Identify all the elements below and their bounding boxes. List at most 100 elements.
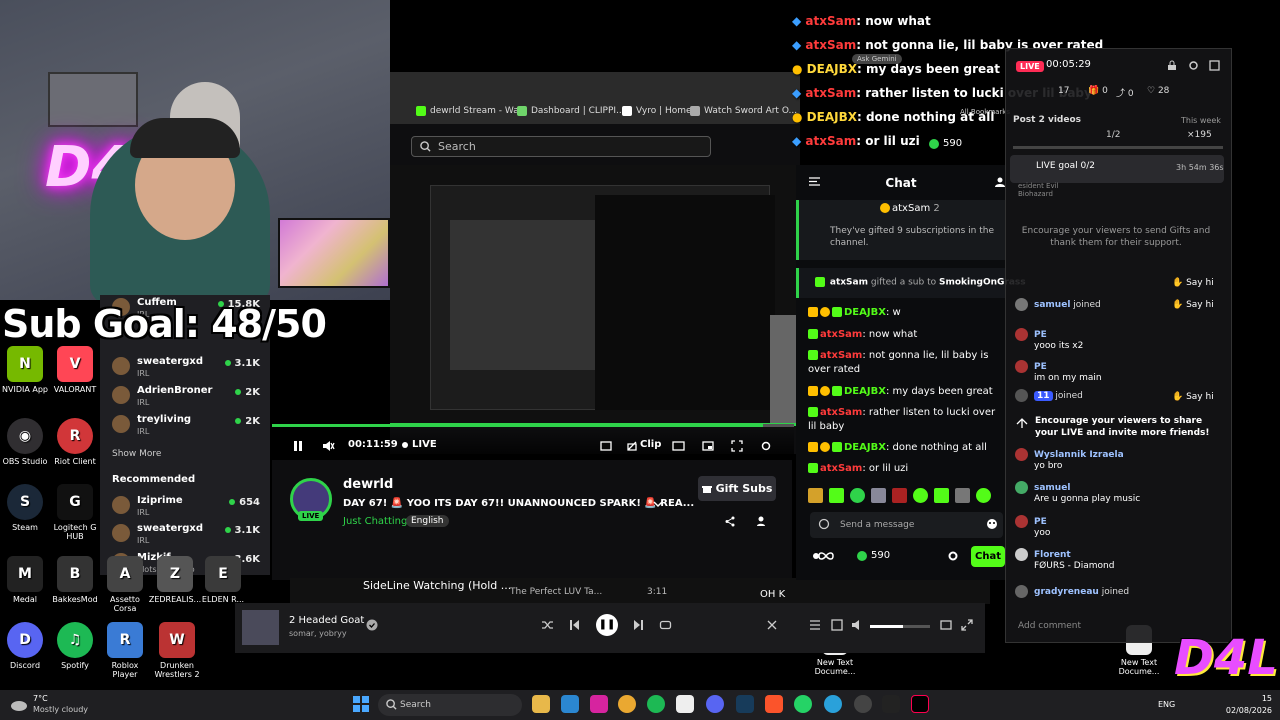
category-link[interactable]: Just Chatting [343, 516, 407, 527]
desktop-icon-discord[interactable]: D Discord [0, 622, 52, 670]
emote-icon[interactable] [955, 488, 970, 503]
emote-icon[interactable] [892, 488, 907, 503]
shuffle-icon[interactable] [541, 619, 554, 631]
mute-icon[interactable] [322, 440, 335, 452]
desktop-icon-elden[interactable]: E ELDEN R... [196, 556, 250, 604]
weather-desc[interactable]: Mostly cloudy [33, 705, 88, 714]
desktop-icon-bakkesmod[interactable]: B BakkesMod [48, 556, 102, 604]
desktop-icon-obs[interactable]: ◉ OBS Studio [0, 418, 52, 466]
emote-icon[interactable] [934, 488, 949, 503]
spotify-icon[interactable] [647, 695, 665, 713]
file-explorer-icon[interactable] [532, 695, 550, 713]
captions-icon[interactable] [672, 440, 685, 452]
desktop-icon-steam[interactable]: S Steam [0, 484, 52, 532]
chrome-icon[interactable] [618, 695, 636, 713]
chat-settings-icon[interactable] [818, 518, 830, 530]
settings-icon[interactable] [1188, 60, 1199, 71]
discord-icon[interactable] [706, 695, 724, 713]
volume-icon[interactable] [851, 619, 863, 631]
language-tag[interactable]: English [406, 515, 449, 527]
next-icon[interactable] [633, 619, 644, 631]
video-player[interactable] [390, 165, 800, 430]
desktop-icon-drunken-wrestlers[interactable]: W Drunken Wrestlers 2 [150, 622, 204, 679]
pause-button[interactable]: ❚❚ [596, 614, 618, 636]
lyrics-icon[interactable] [766, 619, 778, 631]
windows-start-icon[interactable] [352, 695, 370, 713]
desktop-icon-spotify[interactable]: ♫ Spotify [48, 622, 102, 670]
bookmark-sword-art[interactable]: Watch Sword Art O... [690, 106, 797, 116]
desktop-icon-medal[interactable]: M Medal [0, 556, 52, 604]
previous-icon[interactable] [569, 619, 580, 631]
desktop-icon-valorant[interactable]: V VALORANT [48, 346, 102, 394]
search-input[interactable]: Search [411, 136, 711, 157]
popout-icon[interactable] [1209, 60, 1220, 71]
expand-icon[interactable] [961, 619, 973, 631]
language-indicator[interactable]: ENG [1158, 700, 1175, 709]
clip-icon[interactable] [626, 440, 638, 452]
chevron-down-icon[interactable] [653, 500, 663, 508]
emoji-icon[interactable] [986, 518, 998, 530]
share-icon[interactable] [725, 516, 736, 527]
sidebar-item-treyliving[interactable]: treyliving IRL 2K [100, 412, 270, 440]
clip-button[interactable]: Clip [640, 439, 661, 450]
cloud-icon[interactable] [10, 696, 28, 712]
bookmark-dashboard[interactable]: Dashboard | CLIPPI... [517, 106, 625, 116]
chat-message-input[interactable]: Send a message [810, 512, 1003, 538]
brave-icon[interactable] [765, 695, 783, 713]
lock-icon[interactable] [1167, 60, 1177, 71]
whatsapp-icon[interactable] [794, 695, 812, 713]
gift-subs-button[interactable]: Gift Subs [698, 476, 776, 501]
taskbar-date[interactable]: 02/08/2026 [1222, 706, 1272, 715]
say-hi-button[interactable]: ✋ Say hi [1172, 278, 1214, 288]
channel-points[interactable]: 590 [857, 550, 890, 561]
theater-icon[interactable] [600, 440, 612, 452]
fullscreen-icon[interactable] [731, 440, 743, 452]
album-art[interactable] [242, 610, 279, 645]
instagram-icon[interactable] [590, 695, 608, 713]
show-more-link[interactable]: Show More [112, 449, 161, 459]
pcgame-icon[interactable] [676, 695, 694, 713]
sidebar-item-iziprime[interactable]: Iziprime IRL 654 [100, 493, 270, 521]
bookmark-dewrld[interactable]: dewrld Stream - Wa... [416, 106, 527, 116]
desktop-icon-nvidia[interactable]: N NVIDIA App [0, 346, 52, 394]
desktop-icon-zedrealis[interactable]: Z ZEDREALIS... [148, 556, 202, 604]
bookmark-vyro[interactable]: Vyro | Home [622, 106, 692, 116]
send-chat-button[interactable]: Chat [971, 546, 1005, 567]
device-icon[interactable] [831, 619, 843, 631]
say-hi-button[interactable]: ✋ Say hi [1172, 392, 1214, 402]
pause-icon[interactable] [292, 440, 304, 452]
sidebar-item-sweatergxd-rec[interactable]: sweatergxd IRL 3.1K [100, 521, 270, 549]
vscode-icon[interactable] [736, 695, 754, 713]
epic-games-icon[interactable] [882, 695, 900, 713]
say-hi-button[interactable]: ✋ Say hi [1172, 300, 1214, 310]
emote-icon[interactable] [871, 488, 886, 503]
mini-player-icon[interactable] [940, 619, 952, 631]
ask-gemini-chip[interactable]: Ask Gemini [852, 54, 902, 64]
emote-icon[interactable] [808, 488, 823, 503]
desktop-icon-logitech[interactable]: G Logitech G HUB [48, 484, 102, 541]
all-bookmarks-link[interactable]: All Bookmarks [960, 108, 1010, 116]
follow-user-icon[interactable] [757, 516, 768, 527]
channel-name[interactable]: dewrld [343, 477, 393, 492]
pip-icon[interactable] [702, 440, 714, 452]
added-check-icon[interactable] [366, 619, 378, 631]
telegram-icon[interactable] [824, 695, 842, 713]
desktop-icon-riot[interactable]: R Riot Client [48, 418, 102, 466]
sidebar-item-sweatergxd[interactable]: sweatergxd IRL 3.1K [100, 354, 270, 382]
queue-icon[interactable] [809, 619, 821, 631]
repeat-icon[interactable] [659, 619, 672, 631]
store-icon[interactable] [561, 695, 579, 713]
emote-icon[interactable] [913, 488, 928, 503]
weather-temp[interactable]: 7°C [33, 694, 48, 703]
taskbar-search[interactable]: Search [378, 694, 522, 716]
track-artist[interactable]: somar, yobryy [289, 629, 347, 638]
desktop-icon-roblox[interactable]: R Roblox Player [98, 622, 152, 679]
obs-taskbar-icon[interactable] [854, 695, 872, 713]
infinity-icon[interactable] [812, 550, 840, 562]
queue-track-title[interactable]: SideLine Watching (Hold ... [363, 579, 511, 592]
emote-icon[interactable] [976, 488, 991, 503]
emote-icon[interactable] [829, 488, 844, 503]
emote-icon[interactable] [850, 488, 865, 503]
gear-icon[interactable] [947, 550, 959, 562]
taskbar-time[interactable]: 15 [1222, 694, 1272, 703]
